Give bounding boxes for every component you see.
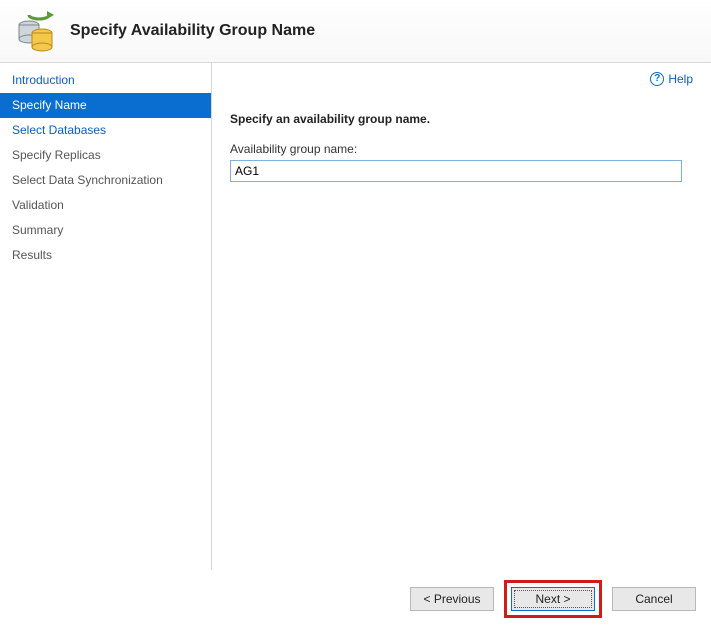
cancel-button[interactable]: Cancel [612,587,696,611]
sidebar-item-results: Results [0,243,211,268]
page-title: Specify Availability Group Name [70,22,315,40]
sidebar-item-specify-replicas: Specify Replicas [0,143,211,168]
help-icon: ? [650,72,664,86]
sidebar-item-select-data-synchronization: Select Data Synchronization [0,168,211,193]
prompt-text: Specify an availability group name. [230,112,693,126]
help-label: Help [668,72,693,86]
next-button[interactable]: Next > [511,587,595,611]
availability-group-name-input[interactable] [230,160,682,182]
next-button-highlight: Next > [504,580,602,618]
help-link[interactable]: ? Help [650,72,693,86]
wizard-header: Specify Availability Group Name [0,0,711,62]
wizard-body: Introduction Specify Name Select Databas… [0,62,711,570]
sidebar-item-select-databases[interactable]: Select Databases [0,118,211,143]
sidebar-item-introduction[interactable]: Introduction [0,68,211,93]
wizard-main: ? Help Specify an availability group nam… [212,62,711,570]
sidebar-item-specify-name[interactable]: Specify Name [0,93,211,118]
database-group-icon [14,9,58,53]
sidebar-item-summary: Summary [0,218,211,243]
wizard-footer: < Previous Next > Cancel [402,573,704,625]
availability-group-name-label: Availability group name: [230,142,693,156]
previous-button[interactable]: < Previous [410,587,494,611]
wizard-sidebar: Introduction Specify Name Select Databas… [0,62,212,570]
sidebar-item-validation: Validation [0,193,211,218]
